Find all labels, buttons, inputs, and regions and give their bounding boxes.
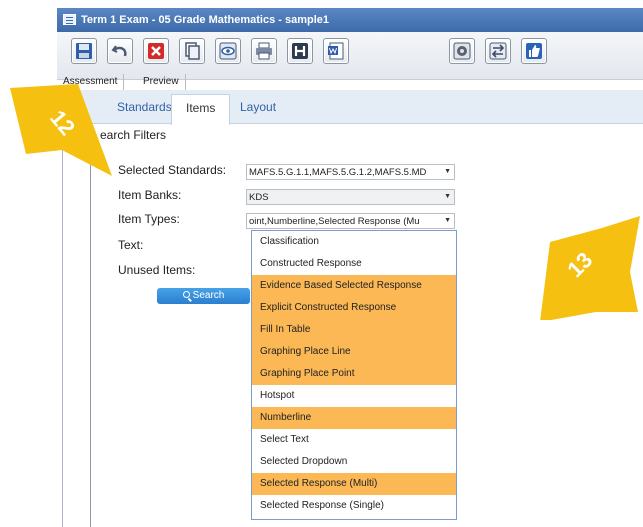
subtab-preview[interactable]: Preview xyxy=(137,74,186,90)
main-tab-bar: Standards Items Layout xyxy=(63,90,643,125)
undo-button[interactable] xyxy=(107,38,133,64)
item-banks-value: KDS xyxy=(249,192,269,203)
word-export-icon xyxy=(328,42,344,60)
selected-standards-label: Selected Standards: xyxy=(118,163,227,177)
save-button[interactable] xyxy=(71,38,97,64)
search-button[interactable]: Search xyxy=(157,288,250,304)
item-types-value: oint,Numberline,Selected Response (Mu xyxy=(249,216,420,227)
h-heading-icon xyxy=(292,43,308,59)
callout-badge-13: 13 xyxy=(530,212,643,320)
window-title-bar: Term 1 Exam - 05 Grade Mathematics - sam… xyxy=(57,8,643,32)
copy-icon xyxy=(185,42,200,60)
unused-items-label: Unused Items: xyxy=(118,263,196,277)
chevron-down-icon: ▼ xyxy=(444,193,451,200)
thumbs-up-icon xyxy=(526,43,542,59)
item-types-label: Item Types: xyxy=(118,212,180,226)
dropdown-option[interactable]: Numberline xyxy=(252,407,456,429)
tab-layout[interactable]: Layout xyxy=(240,100,276,114)
print-button[interactable] xyxy=(251,38,277,64)
callout-badge-12: 12 xyxy=(6,72,118,178)
settings-button[interactable] xyxy=(449,38,475,64)
undo-icon xyxy=(111,45,127,57)
dropdown-option[interactable]: Selected Dropdown xyxy=(252,451,456,473)
dropdown-option[interactable]: Classification xyxy=(252,231,456,253)
dropdown-option[interactable]: Hotspot xyxy=(252,385,456,407)
toolbar xyxy=(57,32,643,80)
item-banks-select[interactable]: KDS ▼ xyxy=(246,189,455,205)
print-icon xyxy=(256,42,272,60)
selected-standards-select[interactable]: MAFS.5.G.1.1,MAFS.5.G.1.2,MAFS.5.MD ▼ xyxy=(246,164,455,180)
tab-items[interactable]: Items xyxy=(171,94,231,125)
swap-button[interactable] xyxy=(485,38,511,64)
dropdown-option[interactable]: Constructed Response xyxy=(252,253,456,275)
app-form-icon xyxy=(63,14,76,25)
approve-button[interactable] xyxy=(521,38,547,64)
delete-button[interactable] xyxy=(143,38,169,64)
dropdown-option[interactable]: Select Text xyxy=(252,429,456,451)
item-types-select[interactable]: oint,Numberline,Selected Response (Mu ▼ xyxy=(246,213,455,229)
swap-icon xyxy=(489,42,507,60)
preview-button[interactable] xyxy=(215,38,241,64)
filter-panel-border xyxy=(90,148,91,527)
tab-standards[interactable]: Standards xyxy=(117,100,172,114)
text-label: Text: xyxy=(118,238,144,252)
word-export-button[interactable] xyxy=(323,38,349,64)
item-types-dropdown-list: Classification Constructed Response Eviden… xyxy=(251,230,457,520)
chevron-down-icon: ▼ xyxy=(444,217,451,224)
chevron-down-icon: ▼ xyxy=(444,168,451,175)
dropdown-option[interactable]: Evidence Based Selected Response xyxy=(252,275,456,297)
heading-button[interactable] xyxy=(287,38,313,64)
item-banks-label: Item Banks: xyxy=(118,188,182,202)
copy-button[interactable] xyxy=(179,38,205,64)
dropdown-option[interactable]: Graphing Place Line xyxy=(252,341,456,363)
dropdown-option[interactable]: Selected Response (Multi) xyxy=(252,473,456,495)
settings-gear-icon xyxy=(453,42,471,60)
dropdown-option[interactable]: Explicit Constructed Response xyxy=(252,297,456,319)
dropdown-option[interactable]: Fill In Table xyxy=(252,319,456,341)
save-icon xyxy=(76,43,92,59)
search-icon xyxy=(182,291,190,298)
window-title: Term 1 Exam - 05 Grade Mathematics - sam… xyxy=(81,14,330,26)
preview-eye-icon xyxy=(219,42,237,60)
search-button-label: Search xyxy=(192,290,225,301)
delete-icon xyxy=(148,43,164,59)
dropdown-option[interactable]: Graphing Place Point xyxy=(252,363,456,385)
selected-standards-value: MAFS.5.G.1.1,MAFS.5.G.1.2,MAFS.5.MD xyxy=(249,167,427,178)
dropdown-option[interactable]: Selected Response (Single) xyxy=(252,495,456,517)
